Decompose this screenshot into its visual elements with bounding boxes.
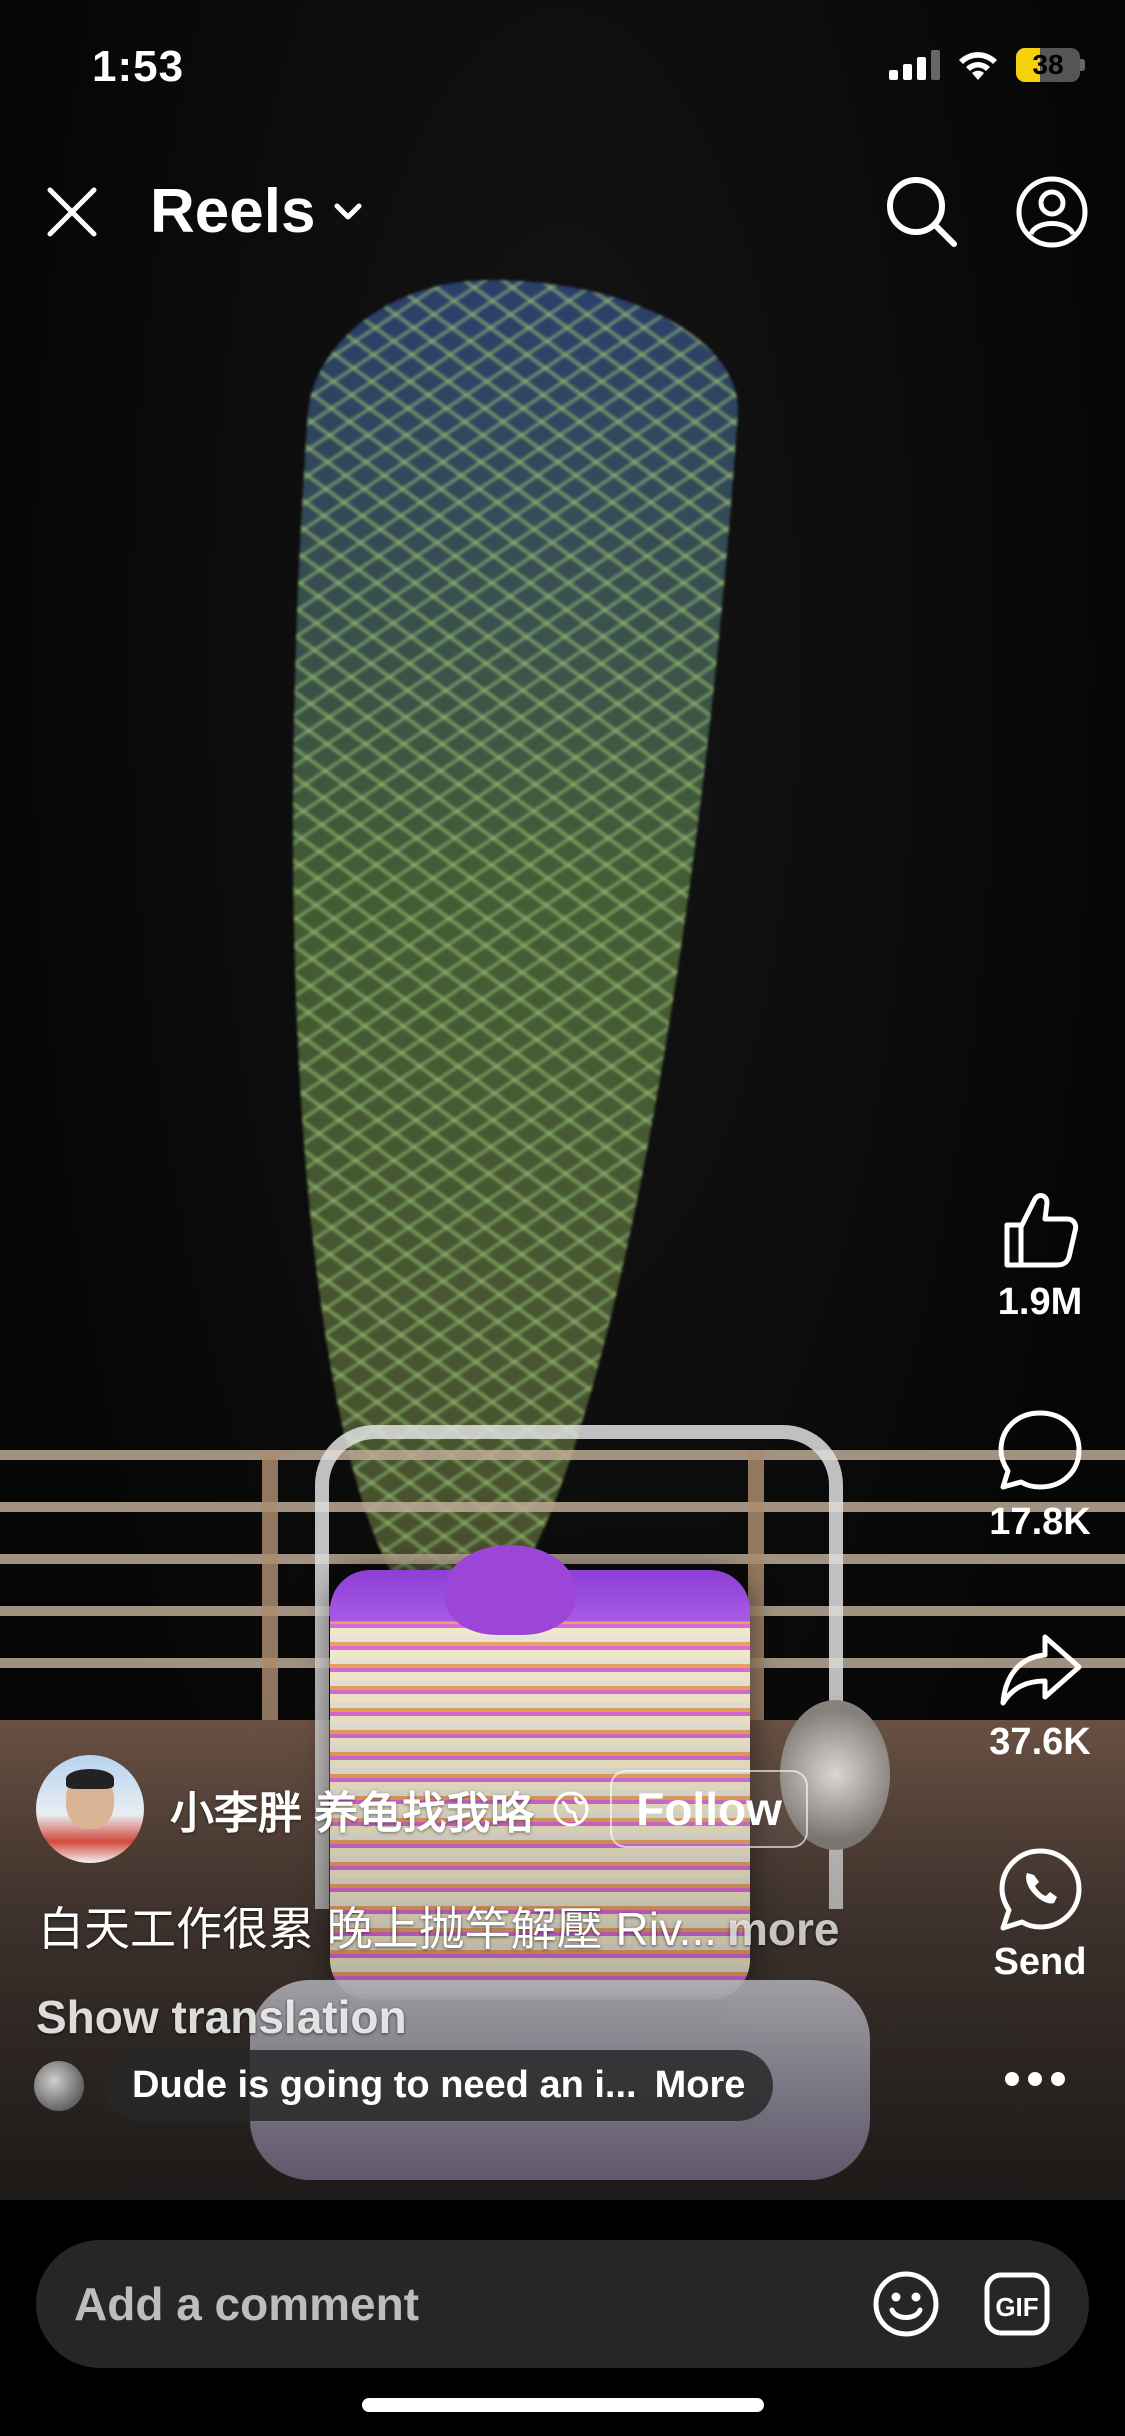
reels-dropdown[interactable]: Reels <box>150 176 363 247</box>
caption-text: 白天工作很累 晚上抛竿解壓 Riv... <box>38 1903 717 1955</box>
globe-icon <box>553 1791 589 1827</box>
comment-bar: Add a comment GIF <box>36 2240 1089 2368</box>
more-icon[interactable] <box>1005 2072 1065 2086</box>
status-indicators: 38 <box>889 48 1085 82</box>
comment-count: 17.8K <box>989 1501 1091 1543</box>
comment-input[interactable]: Add a comment <box>74 2240 419 2368</box>
top-comment-pill[interactable]: Dude is going to need an i... More <box>104 2050 774 2121</box>
follow-button[interactable]: Follow <box>610 1770 808 1848</box>
commenter-avatar <box>34 2060 84 2111</box>
reels-header: Reels <box>0 160 1125 260</box>
chevron-down-icon <box>334 203 362 219</box>
whatsapp-icon <box>999 1848 1082 1931</box>
avatar[interactable] <box>36 1755 144 1863</box>
send-label: Send <box>993 1941 1087 1983</box>
like-button[interactable]: 1.9M <box>960 1185 1120 1324</box>
status-time: 1:53 <box>92 42 185 91</box>
top-comment-more-link[interactable]: More <box>655 2064 746 2107</box>
reel-video[interactable] <box>0 0 1125 2200</box>
cellular-signal-icon <box>889 50 940 80</box>
search-icon[interactable] <box>882 172 962 252</box>
home-indicator[interactable] <box>362 2398 764 2412</box>
send-button[interactable]: Send <box>960 1845 1120 1984</box>
comment-icon <box>998 1410 1082 1490</box>
gif-icon[interactable]: GIF <box>984 2272 1050 2336</box>
top-comment-text: Dude is going to need an i... <box>132 2064 637 2106</box>
battery-icon: 38 <box>1016 48 1080 82</box>
share-button[interactable]: 37.6K <box>960 1625 1120 1764</box>
author-row: 小李胖 养龟找我咯 Follow <box>36 1755 808 1863</box>
profile-icon[interactable] <box>1012 172 1092 252</box>
username[interactable]: 小李胖 养龟找我咯 <box>170 1777 534 1841</box>
top-comment-preview[interactable]: Dude is going to need an i... More <box>34 2050 774 2121</box>
reel-knob <box>445 1545 575 1635</box>
emoji-icon[interactable] <box>872 2270 940 2338</box>
show-translation-link[interactable]: Show translation <box>36 1990 407 2044</box>
page-title: Reels <box>150 177 316 246</box>
battery-level: 38 <box>1032 49 1064 80</box>
thumbs-up-icon <box>1004 1193 1079 1268</box>
comment-button[interactable]: 17.8K <box>960 1405 1120 1544</box>
share-icon <box>1000 1634 1082 1706</box>
close-icon[interactable] <box>42 182 102 242</box>
share-count: 37.6K <box>989 1721 1091 1763</box>
like-count: 1.9M <box>997 1281 1083 1323</box>
caption-more-link[interactable]: more <box>727 1903 839 1955</box>
caption[interactable]: 白天工作很累 晚上抛竿解壓 Riv... more <box>38 1893 839 1959</box>
svg-text:GIF: GIF <box>995 2292 1038 2322</box>
wifi-icon <box>959 52 997 80</box>
